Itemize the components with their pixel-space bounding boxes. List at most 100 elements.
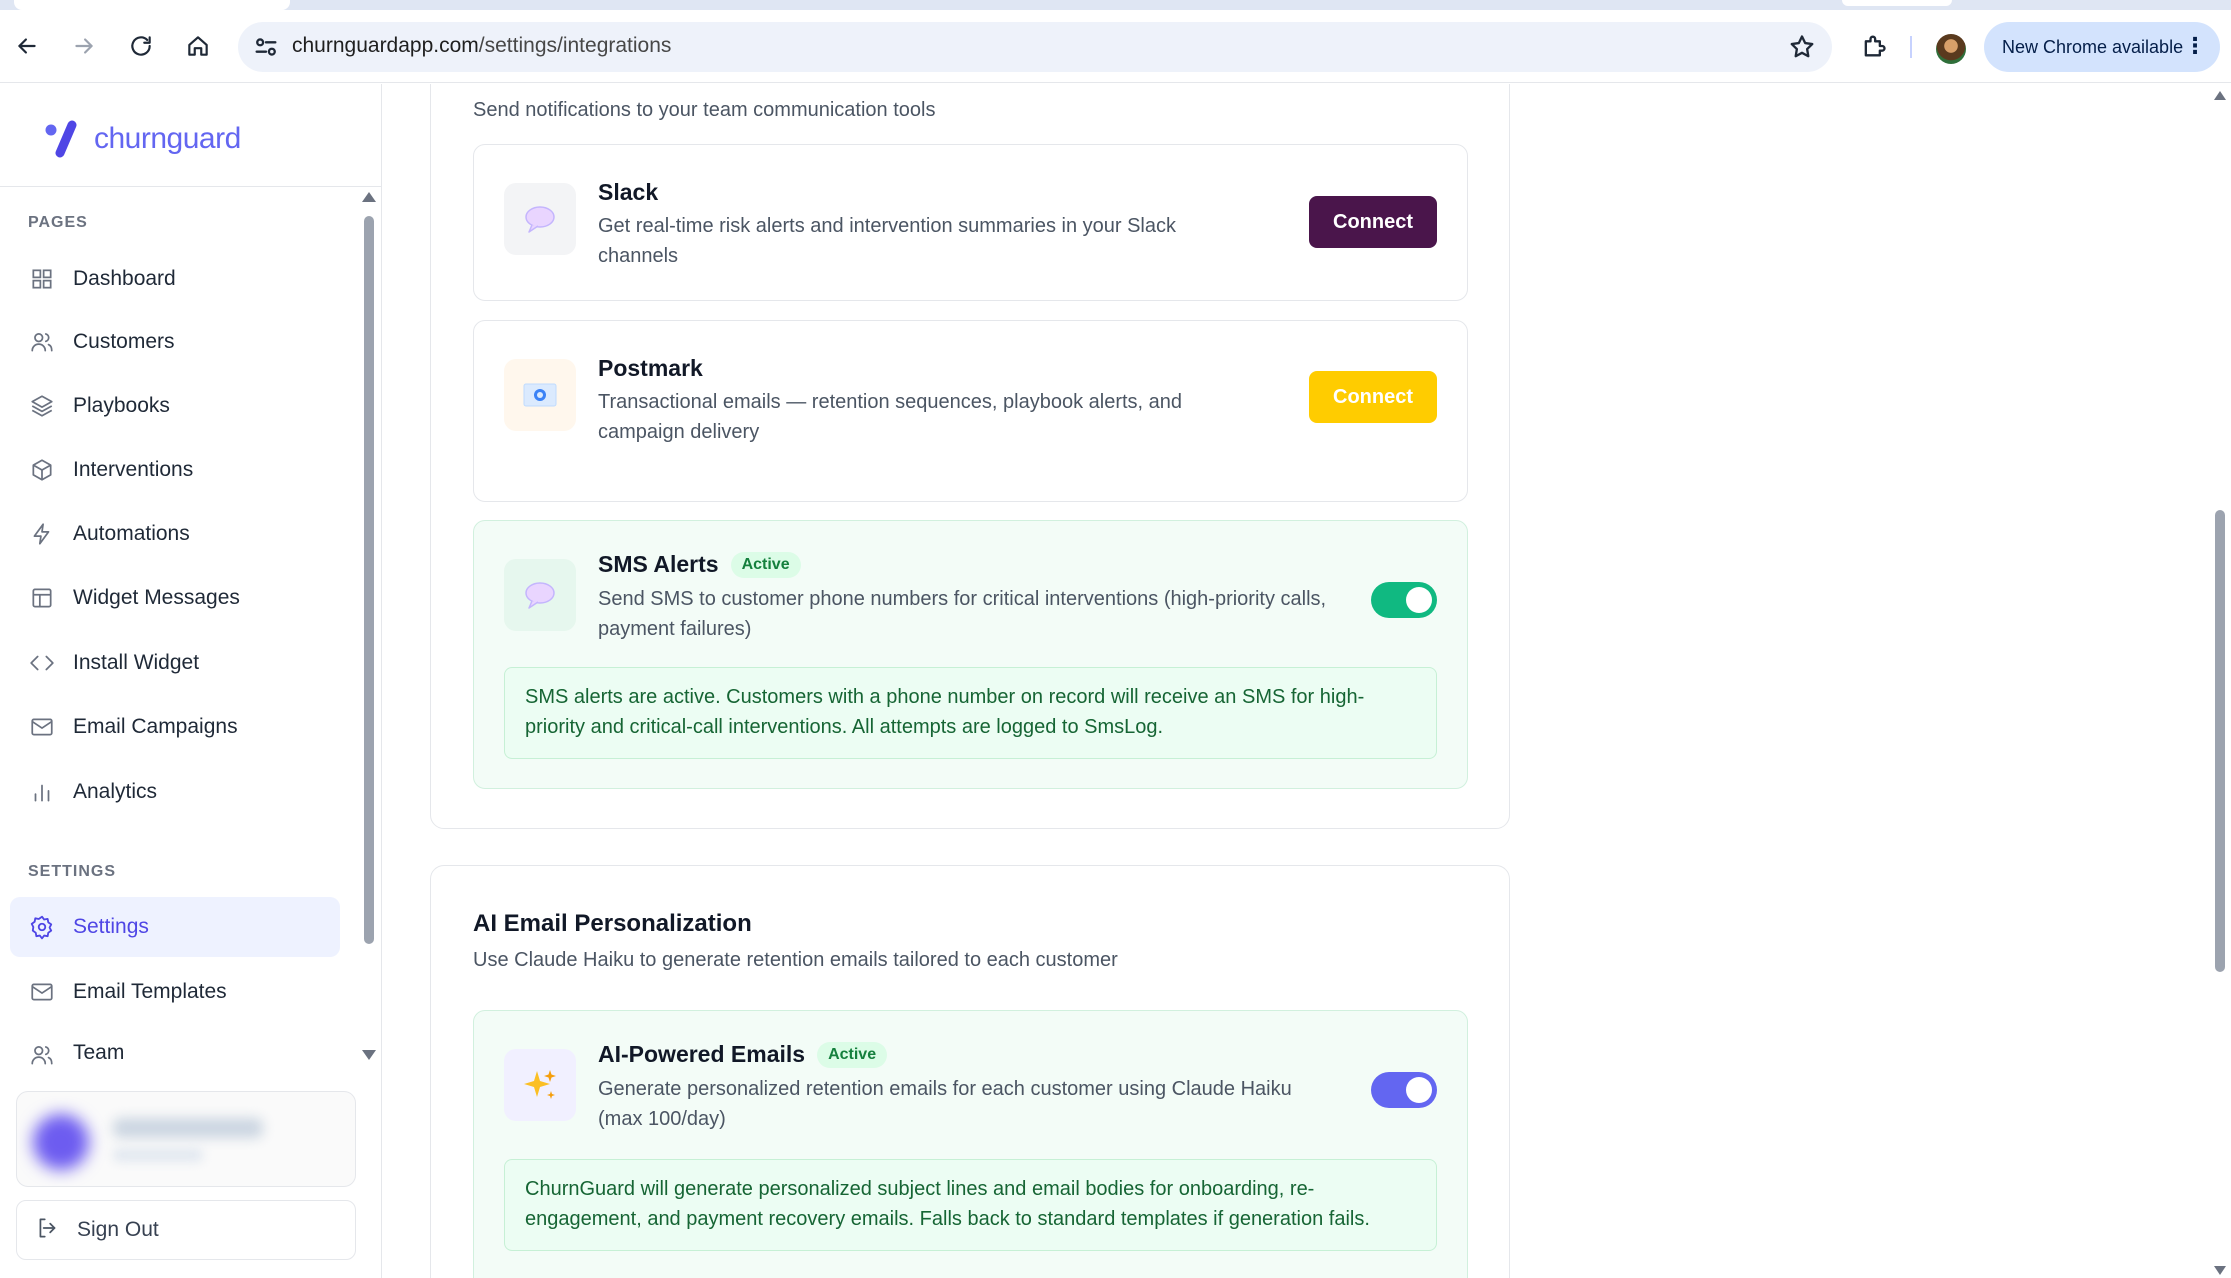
sms-alerts-description: Send SMS to customer phone numbers for c… bbox=[598, 588, 1327, 640]
status-badge: Active bbox=[730, 551, 801, 578]
slack-name: Slack bbox=[598, 179, 659, 205]
sms-alerts-info-note: SMS alerts are active. Customers with a … bbox=[504, 667, 1437, 759]
reload-button[interactable] bbox=[120, 25, 162, 67]
sidebar-scroll-down[interactable] bbox=[362, 1050, 376, 1060]
mail-icon bbox=[28, 713, 56, 741]
notifications-subtitle: Send notifications to your team communic… bbox=[473, 99, 936, 121]
slack-integration-card: Slack Get real-time risk alerts and inte… bbox=[473, 144, 1468, 301]
sidebar-item-email-campaigns[interactable]: Email Campaigns bbox=[10, 697, 340, 757]
profile-avatar[interactable] bbox=[1936, 34, 1966, 64]
pages-section-label: PAGES bbox=[28, 214, 88, 231]
users-icon bbox=[28, 1041, 56, 1065]
brand-name: churnguard bbox=[94, 122, 241, 155]
postmark-title: Postmark bbox=[598, 355, 703, 382]
postmark-description: Transactional emails — retention sequenc… bbox=[598, 391, 1183, 443]
toolbar-separator bbox=[1910, 36, 1912, 58]
sidebar-item-label: Automations bbox=[73, 522, 190, 545]
slack-title: Slack bbox=[598, 179, 658, 206]
more-menu-icon[interactable]: ⋮ bbox=[2184, 35, 2206, 57]
user-email-redacted bbox=[113, 1148, 203, 1162]
sms-alerts-title: SMS Alerts Active bbox=[598, 551, 801, 578]
page-scroll-up[interactable] bbox=[2214, 91, 2226, 100]
url-text[interactable]: churnguardapp.com/settings/integrations bbox=[292, 34, 671, 58]
page-scrollbar-thumb[interactable] bbox=[2215, 510, 2225, 972]
ai-email-panel: AI Email Personalization Use Claude Haik… bbox=[430, 865, 1510, 1278]
extensions-button[interactable] bbox=[1856, 28, 1892, 64]
sms-alerts-toggle[interactable] bbox=[1371, 582, 1437, 618]
sidebar-item-interventions[interactable]: Interventions bbox=[10, 440, 340, 500]
reload-icon bbox=[131, 36, 151, 56]
avatar bbox=[33, 1114, 89, 1170]
sidebar-scrollbar-thumb[interactable] bbox=[364, 216, 374, 944]
home-button[interactable] bbox=[177, 25, 219, 67]
speech-bubble-icon bbox=[504, 559, 576, 631]
toggle-knob bbox=[1406, 587, 1432, 613]
ai-email-subtitle: Use Claude Haiku to generate retention e… bbox=[473, 949, 1118, 971]
sidebar-item-automations[interactable]: Automations bbox=[10, 504, 340, 564]
sidebar-item-label: Email Campaigns bbox=[73, 715, 238, 738]
logo-icon bbox=[42, 119, 86, 159]
browser-toolbar: churnguardapp.com/settings/integrations … bbox=[0, 10, 2231, 83]
sidebar-item-install-widget[interactable]: Install Widget bbox=[10, 633, 340, 693]
main-content: Send notifications to your team communic… bbox=[383, 84, 2211, 1278]
sidebar-scroll-up[interactable] bbox=[362, 192, 376, 202]
box-icon bbox=[28, 456, 56, 484]
url-host: churnguardapp.com bbox=[292, 34, 479, 57]
sidebar-item-playbooks[interactable]: Playbooks bbox=[10, 376, 340, 436]
update-chrome-button[interactable]: New Chrome available ⋮ bbox=[1984, 22, 2220, 72]
sidebar-item-settings[interactable]: Settings bbox=[10, 897, 340, 957]
sidebar-item-analytics[interactable]: Analytics bbox=[10, 762, 340, 822]
ai-email-title: AI Email Personalization bbox=[473, 910, 752, 937]
sidebar-item-customers[interactable]: Customers bbox=[10, 312, 340, 372]
sidebar-item-label: Interventions bbox=[73, 458, 194, 481]
sidebar-item-dashboard[interactable]: Dashboard bbox=[10, 249, 340, 309]
sidebar-item-team[interactable]: Team bbox=[10, 1025, 340, 1065]
browser-tab[interactable] bbox=[1842, 0, 1952, 6]
notifications-panel: Send notifications to your team communic… bbox=[430, 84, 1510, 829]
brand-logo[interactable]: churnguard bbox=[42, 114, 241, 164]
speech-bubble-icon bbox=[504, 183, 576, 255]
arrow-right-icon bbox=[75, 38, 93, 54]
sidebar-item-label: Analytics bbox=[73, 780, 158, 803]
settings-section-label: SETTINGS bbox=[28, 863, 117, 880]
ai-powered-emails-toggle[interactable] bbox=[1371, 1072, 1437, 1108]
puzzle-icon bbox=[1864, 35, 1886, 57]
postmark-connect-button[interactable]: Connect bbox=[1309, 371, 1437, 423]
sidebar-item-email-templates[interactable]: Email Templates bbox=[10, 962, 340, 1022]
ai-powered-emails-name: AI-Powered Emails bbox=[598, 1041, 806, 1067]
sign-out-button[interactable]: Sign Out bbox=[16, 1200, 356, 1260]
browser-tab-strip bbox=[0, 0, 2231, 10]
status-badge: Active bbox=[817, 1041, 888, 1068]
forward-button[interactable] bbox=[63, 25, 105, 67]
logout-icon bbox=[35, 1215, 61, 1246]
sms-alerts-name: SMS Alerts bbox=[598, 551, 719, 577]
sparkles-icon bbox=[504, 1049, 576, 1121]
layers-icon bbox=[28, 392, 56, 420]
bookmark-star-icon[interactable] bbox=[1788, 33, 1816, 61]
sms-alerts-card: SMS Alerts Active Send SMS to customer p… bbox=[473, 520, 1468, 789]
grid-icon bbox=[28, 265, 56, 293]
ai-powered-emails-title: AI-Powered Emails Active bbox=[598, 1041, 888, 1068]
browser-tab-active[interactable] bbox=[14, 0, 290, 10]
page-scroll-down[interactable] bbox=[2214, 1266, 2226, 1275]
users-icon bbox=[28, 328, 56, 356]
postmark-name: Postmark bbox=[598, 355, 703, 381]
sidebar-item-widget-messages[interactable]: Widget Messages bbox=[10, 568, 340, 628]
gear-icon bbox=[28, 913, 56, 941]
lightning-icon bbox=[28, 520, 56, 548]
sidebar-item-label: Email Templates bbox=[73, 980, 227, 1003]
slack-description: Get real-time risk alerts and interventi… bbox=[598, 215, 1176, 267]
sidebar-item-label: Customers bbox=[73, 330, 175, 353]
site-settings-icon[interactable] bbox=[252, 33, 280, 61]
mail-icon bbox=[28, 978, 56, 1006]
user-name-redacted bbox=[113, 1118, 263, 1138]
sidebar-divider bbox=[0, 186, 382, 187]
user-profile-card[interactable] bbox=[16, 1091, 356, 1187]
ai-powered-emails-card: AI-Powered Emails Active Generate person… bbox=[473, 1010, 1468, 1278]
back-button[interactable] bbox=[6, 25, 48, 67]
code-icon bbox=[28, 649, 56, 677]
sidebar-item-label: Settings bbox=[73, 915, 149, 938]
bar-chart-icon bbox=[28, 778, 56, 806]
slack-connect-button[interactable]: Connect bbox=[1309, 196, 1437, 248]
address-bar[interactable]: churnguardapp.com/settings/integrations bbox=[238, 22, 1832, 72]
